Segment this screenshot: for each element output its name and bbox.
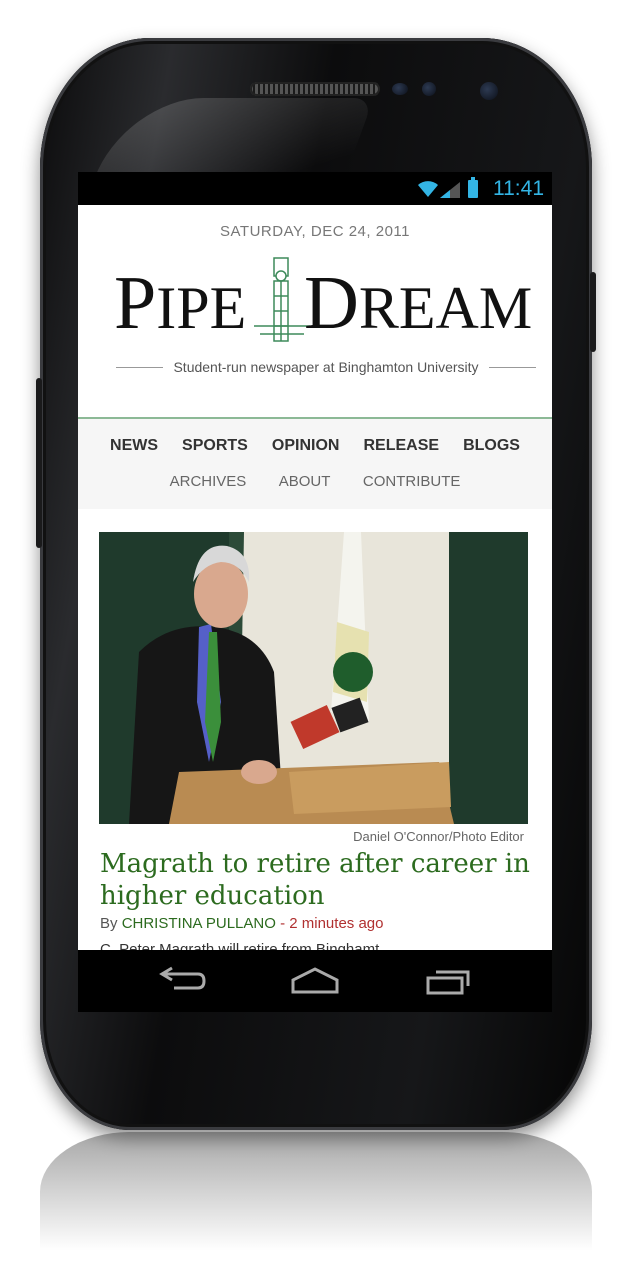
light-sensor [422,82,436,96]
nav-link-opinion[interactable]: OPINION [272,437,340,455]
nav-link-news[interactable]: NEWS [110,437,158,455]
tagline: Student-run newspaper at Binghamton Univ… [173,359,479,375]
article-photo[interactable] [99,532,528,824]
phone-screen: 11:41 SATURDAY, DEC 24, 2011 PIPE DREAM [78,172,552,1012]
tagline-rule-right [488,366,536,368]
nav-link-archives[interactable]: ARCHIVES [170,473,247,490]
home-icon[interactable] [290,966,340,996]
secondary-nav: ARCHIVES ABOUT CONTRIBUTE [78,473,552,491]
nav-link-release[interactable]: RELEASE [363,437,439,455]
byline-separator: - [275,915,290,932]
author-link[interactable]: CHRISTINA PULLANO [122,915,276,932]
site-logo[interactable]: PIPE DREAM [114,257,534,353]
system-nav-bar [78,950,552,1012]
status-clock: 11:41 [493,177,544,200]
proximity-sensor [392,83,408,95]
article-teaser: C. Peter Magrath will retire from Bingha… [100,941,380,950]
article-headline[interactable]: Magrath to retire after career in higher… [100,848,530,912]
logo-word-dream: DREAM [304,261,533,345]
battery-icon [468,177,478,198]
photo-credit: Daniel O'Connor/Photo Editor [353,829,524,844]
nav-link-about[interactable]: ABOUT [279,473,331,490]
volume-button[interactable] [36,378,42,548]
nav-link-contribute[interactable]: CONTRIBUTE [363,473,461,490]
status-bar: 11:41 [78,172,552,205]
earpiece-speaker [250,82,380,96]
power-button[interactable] [590,272,596,352]
nav-link-sports[interactable]: SPORTS [182,437,248,455]
recent-apps-icon[interactable] [424,966,472,996]
back-icon[interactable] [158,966,206,996]
web-page[interactable]: SATURDAY, DEC 24, 2011 PIPE DREAM Studen… [78,205,552,950]
tagline-rule-left [116,366,164,368]
time-ago: 2 minutes ago [289,915,384,932]
date-line: SATURDAY, DEC 24, 2011 [220,223,410,240]
byline-prefix: By [100,915,122,932]
signal-icon [440,182,460,198]
article-byline: By CHRISTINA PULLANO - 2 minutes ago [100,915,383,932]
tagline-row: Student-run newspaper at Binghamton Univ… [116,357,536,377]
section-nav: NEWS SPORTS OPINION RELEASE BLOGS ARCHIV… [78,417,552,509]
front-camera-icon [480,82,498,100]
speaker-at-podium-image [99,532,528,824]
nav-link-blogs[interactable]: BLOGS [463,437,520,455]
clock-tower-icon [254,257,310,342]
logo-word-pipe: PIPE [114,261,247,345]
primary-nav: NEWS SPORTS OPINION RELEASE BLOGS [78,437,552,455]
phone-reflection [40,1132,592,1280]
wifi-icon [418,181,438,197]
